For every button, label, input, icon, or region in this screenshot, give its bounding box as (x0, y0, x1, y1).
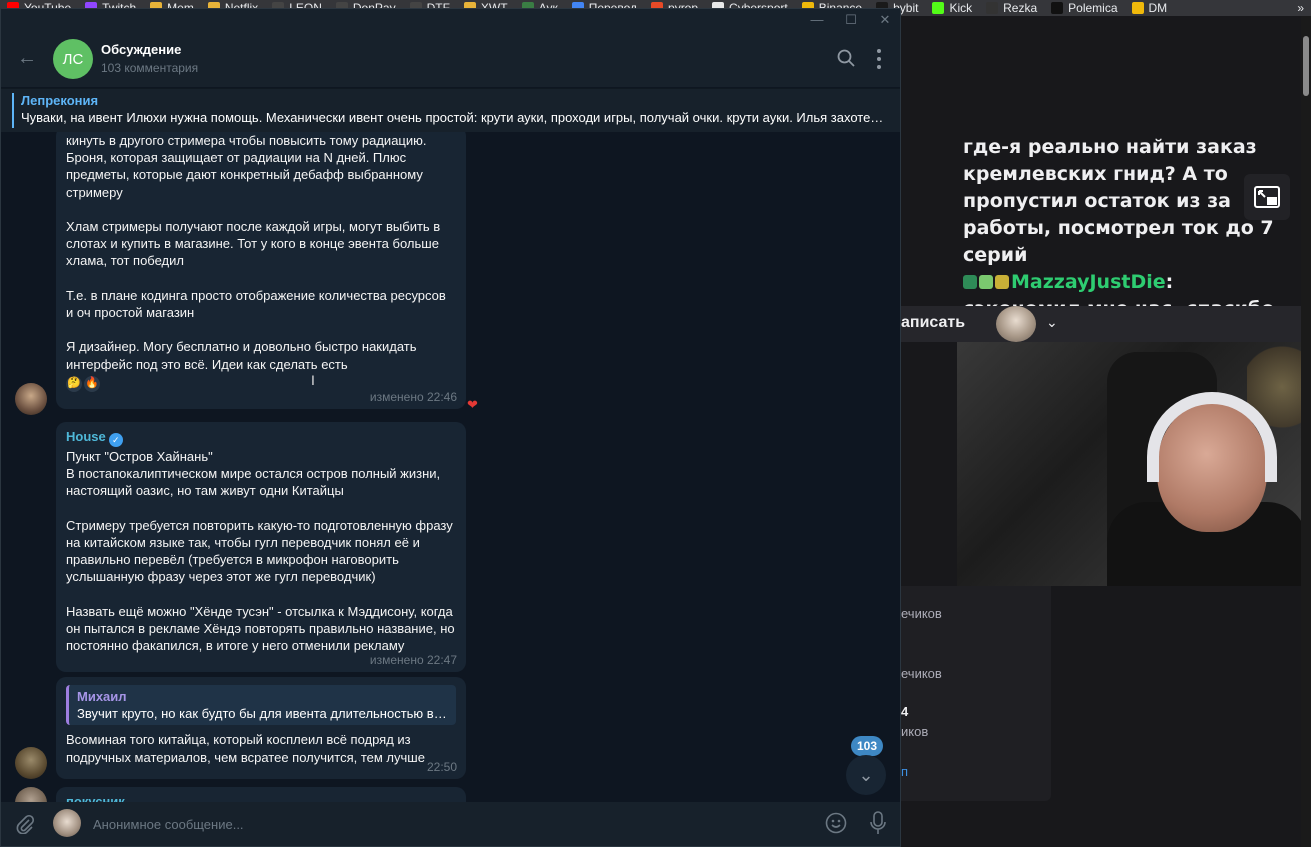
polemica-icon (1051, 2, 1064, 14)
user-avatar[interactable] (996, 306, 1036, 342)
dm-icon (1131, 2, 1144, 14)
bookmark-label: DM (1148, 1, 1168, 15)
message-input[interactable] (93, 810, 793, 838)
scroll-down-button[interactable]: ⌄ (846, 755, 886, 795)
maximize-icon[interactable]: ☐ (837, 12, 865, 28)
window-titlebar: — ☐ ✕ (1, 9, 900, 31)
rezka-icon (986, 2, 999, 14)
message-composer (1, 802, 900, 846)
microphone-icon[interactable] (869, 811, 887, 835)
side-link[interactable]: п (901, 764, 908, 779)
badge-icon (963, 275, 977, 289)
send-as-avatar[interactable] (53, 809, 81, 837)
side-text: ечиков (901, 666, 942, 681)
bookmark-label: Kick (949, 1, 973, 15)
chevron-down-icon: ⌄ (858, 764, 874, 785)
side-text: ечиков (901, 606, 942, 621)
message-sender[interactable]: House ✓ (66, 428, 456, 447)
minimize-icon[interactable]: — (803, 12, 831, 28)
message-text: Пункт "Остров Хайнань" В постапокалиптич… (66, 449, 455, 654)
message-list[interactable]: кинуть в другого стримера чтобы повысить… (1, 132, 900, 802)
message-text: кинуть в другого стримера чтобы повысить… (66, 133, 446, 372)
scrollbar-thumb[interactable] (1303, 36, 1309, 96)
more-menu-icon[interactable] (871, 47, 887, 71)
stream-toolbar: аписать ⌄ (901, 306, 1311, 342)
thinking-reaction-icon[interactable]: 🤔 (66, 375, 82, 392)
emote-icon (995, 275, 1009, 289)
screen: YouTubeTwitchMemNetflixLEONDonPayDTFXWTА… (0, 0, 1311, 847)
pinned-message[interactable]: Лепрекония Чуваки, на ивент Илюхи нужна … (1, 88, 900, 132)
chat-avatar[interactable]: ЛС (53, 39, 93, 79)
chevron-down-icon[interactable]: ⌄ (1046, 314, 1058, 331)
user-avatar[interactable] (15, 787, 47, 802)
user-avatar[interactable] (15, 383, 47, 415)
message-sender[interactable]: покусник (66, 793, 456, 802)
picture-in-picture-button[interactable] (1244, 174, 1290, 220)
text-cursor-icon: I (311, 372, 315, 388)
chat-username[interactable]: MazzayJustDie (1011, 271, 1166, 293)
message-text: Всоминая того китайца, который косплеил … (66, 732, 425, 765)
heart-icon[interactable]: ❤ (467, 397, 478, 413)
write-label[interactable]: аписать (901, 314, 965, 332)
more-bookmarks-icon[interactable]: » (1290, 0, 1311, 16)
bookmark-item[interactable]: Rezka (979, 0, 1044, 16)
message-bubble[interactable]: House ✓ Пункт "Остров Хайнань" В постапок… (56, 422, 466, 672)
reply-sender: Михаил (77, 689, 127, 704)
pinned-text: Чуваки, на ивент Илюхи нужна помощь. Мех… (21, 110, 884, 125)
fire-reaction-icon[interactable]: 🔥 (84, 375, 100, 392)
bookmark-item[interactable]: DM (1125, 0, 1175, 16)
chat-header: ← ЛС Обсуждение 103 комментария (1, 31, 900, 87)
bookmark-label: Rezka (1003, 1, 1038, 15)
kick-icon (932, 2, 945, 14)
message-time: изменено 22:46 (369, 389, 457, 404)
comments-count: 103 комментария (101, 61, 199, 75)
sender-name[interactable]: House (66, 429, 106, 444)
side-text: 4 (901, 704, 909, 719)
bookmark-item[interactable]: Polemica (1044, 0, 1124, 16)
stream-chat: где-я реально найти заказ кремлевских гн… (963, 134, 1293, 323)
pip-icon (1254, 186, 1280, 208)
page-scrollbar[interactable] (1301, 16, 1311, 847)
bookmark-item[interactable]: Kick (925, 0, 979, 16)
emoji-icon[interactable] (825, 812, 847, 834)
reply-text: Звучит круто, но как будто бы для ивента… (77, 706, 448, 722)
bookmark-label: Polemica (1068, 1, 1118, 15)
stream-page: где-я реально найти заказ кремлевских гн… (901, 16, 1311, 847)
message-bubble[interactable]: кинуть в другого стримера чтобы повысить… (56, 132, 466, 409)
chat-title: Обсуждение (101, 42, 182, 57)
unread-badge: 103 (851, 736, 884, 756)
search-icon[interactable] (837, 49, 855, 67)
side-text: иков (901, 724, 929, 739)
user-avatar[interactable] (15, 747, 47, 779)
close-icon[interactable]: ✕ (871, 12, 899, 28)
clover-icon (979, 275, 993, 289)
pinned-sender: Лепрекония (21, 93, 99, 108)
webcam-video (957, 332, 1311, 586)
reply-quote[interactable]: Михаил Звучит круто, но как будто бы для… (66, 685, 456, 726)
telegram-window: — ☐ ✕ ← ЛС Обсуждение 103 комментария Ле… (0, 8, 901, 847)
verified-icon: ✓ (108, 433, 123, 447)
message-bubble[interactable]: Михаил Звучит круто, но как будто бы для… (56, 677, 466, 779)
message-bubble[interactable]: покусник (56, 787, 466, 802)
back-arrow-icon[interactable]: ← (17, 47, 37, 70)
side-panel: ечиков ечиков 4 иков п (901, 586, 1051, 801)
message-time: 22:50 (426, 759, 457, 774)
message-time: изменено 22:47 (369, 652, 457, 667)
paperclip-icon[interactable] (15, 814, 35, 834)
